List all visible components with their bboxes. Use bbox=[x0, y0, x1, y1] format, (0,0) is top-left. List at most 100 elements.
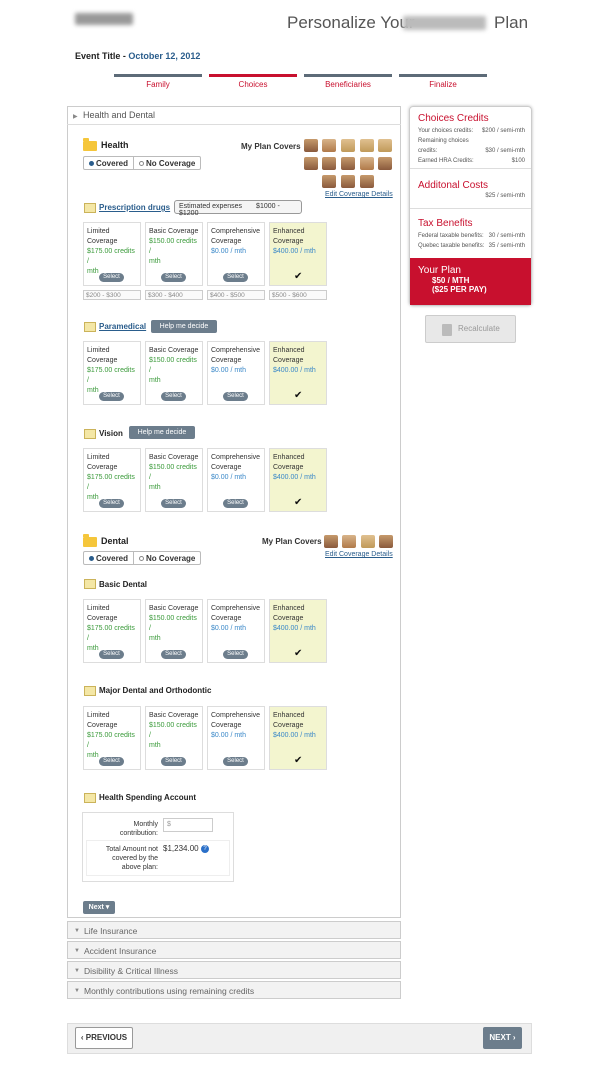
total-value: $1,234.00 bbox=[163, 844, 199, 853]
expand-icon: ▶ bbox=[73, 114, 78, 120]
vision-help-button[interactable]: Help me decide bbox=[129, 426, 195, 439]
card-text: Coverage bbox=[211, 722, 242, 729]
previous-button[interactable]: ‹ PREVIOUS bbox=[75, 1027, 133, 1049]
card-text: Limited bbox=[87, 228, 110, 235]
card-text: Enhanced bbox=[273, 347, 305, 354]
prescription-plan-card[interactable]: Limited Coverage $175.00 credits / mth Selec… bbox=[83, 222, 141, 286]
card-text: $400.00 / mth bbox=[273, 625, 316, 632]
card-text: Coverage bbox=[211, 615, 242, 622]
card-text: Coverage bbox=[273, 357, 304, 364]
step-beneficiaries[interactable]: Beneficiaries bbox=[304, 80, 392, 89]
major-dental-plan-card[interactable]: Enhanced Coverage $400.00 / mth ✔ bbox=[269, 706, 327, 770]
card-text: $175.00 credits / bbox=[87, 474, 135, 491]
card-text: Comprehensive bbox=[211, 454, 261, 461]
card-text: $0.00 / mth bbox=[211, 367, 247, 374]
paramedical-plan-card[interactable]: Enhanced Coverage $400.00 / mth ✔ bbox=[269, 341, 327, 405]
step-choices[interactable]: Choices bbox=[209, 80, 297, 89]
choices-credits-title: Choices Credits bbox=[418, 113, 489, 124]
paramedical-help-button[interactable]: Help me decide bbox=[151, 320, 217, 333]
step-finalize[interactable]: Finalize bbox=[399, 80, 487, 89]
select-button[interactable]: Select bbox=[99, 273, 124, 282]
accordion-monthly-contributions[interactable]: ▼ Monthly contributions using remaining c… bbox=[67, 981, 401, 999]
paramedical-plan-card[interactable]: Comprehensive Coverage $0.00 / mth Select bbox=[207, 341, 265, 405]
recalculate-button[interactable]: Recalculate bbox=[425, 315, 516, 343]
major-dental-plan-card[interactable]: Basic Coverage $150.00 credits / mth Select bbox=[145, 706, 203, 770]
accordion-accident-insurance[interactable]: ▼ Accident Insurance bbox=[67, 941, 401, 959]
accordion-disability[interactable]: ▼ Disibility & Critical Illness bbox=[67, 961, 401, 979]
select-button[interactable]: Select bbox=[161, 273, 186, 282]
checkmark-icon: ✔ bbox=[294, 648, 303, 659]
select-button[interactable]: Select bbox=[223, 650, 248, 659]
member-avatar bbox=[379, 535, 393, 548]
panel-header[interactable]: ▶ Health and Dental bbox=[67, 106, 401, 125]
select-button[interactable]: Select bbox=[161, 757, 186, 766]
step-family[interactable]: Family bbox=[114, 80, 202, 89]
prescription-plan-card[interactable]: Basic Coverage $150.00 credits / mth Select bbox=[145, 222, 203, 286]
select-button[interactable]: Select bbox=[99, 392, 124, 401]
select-button[interactable]: Select bbox=[223, 499, 248, 508]
card-text: Coverage bbox=[87, 464, 118, 471]
card-text: Enhanced bbox=[273, 228, 305, 235]
card-text: $175.00 credits / bbox=[87, 367, 135, 384]
monthly-contribution-label: Monthly contribution: bbox=[119, 821, 158, 837]
select-button[interactable]: Select bbox=[223, 392, 248, 401]
basic-dental-plan-card[interactable]: Basic Coverage $150.00 credits / mth Select bbox=[145, 599, 203, 663]
step-bar-finalize bbox=[399, 74, 487, 77]
my-plan-covers-label: My Plan Covers bbox=[241, 142, 301, 151]
select-button[interactable]: Select bbox=[99, 757, 124, 766]
next-small-button[interactable]: Next ▾ bbox=[83, 901, 115, 914]
vision-plan-card[interactable]: Basic Coverage $150.00 credits / mth Select bbox=[145, 448, 203, 512]
card-text: Basic Coverage bbox=[149, 605, 199, 612]
dental-edit-coverage-link[interactable]: Edit Coverage Details bbox=[325, 551, 393, 558]
paramedical-plan-card[interactable]: Basic Coverage $150.00 credits / mth Select bbox=[145, 341, 203, 405]
basic-dental-plan-card[interactable]: Limited Coverage $175.00 credits / mth Selec… bbox=[83, 599, 141, 663]
edit-coverage-link[interactable]: Edit Coverage Details bbox=[325, 191, 393, 198]
vision-plan-card[interactable]: Comprehensive Coverage $0.00 / mth Select bbox=[207, 448, 265, 512]
major-dental-plan-card[interactable]: Limited Coverage $175.00 credits / mth Selec… bbox=[83, 706, 141, 770]
edit-icon bbox=[84, 686, 96, 696]
event-title: Event Title - October 12, 2012 bbox=[75, 51, 201, 61]
select-button[interactable]: Select bbox=[161, 650, 186, 659]
card-text: Basic Coverage bbox=[149, 454, 199, 461]
health-covered-radio[interactable]: Covered bbox=[84, 157, 135, 169]
edit-icon bbox=[84, 322, 96, 332]
dental-no-coverage-radio[interactable]: No Coverage bbox=[134, 552, 200, 564]
select-button[interactable]: Select bbox=[223, 273, 248, 282]
card-text: Basic Coverage bbox=[149, 712, 199, 719]
next-button[interactable]: NEXT › bbox=[483, 1027, 522, 1049]
card-text: $0.00 / mth bbox=[211, 625, 247, 632]
cost-range: $300 - $400 bbox=[145, 290, 203, 300]
checkmark-icon: ✔ bbox=[294, 390, 303, 401]
card-text: Enhanced bbox=[273, 605, 305, 612]
paramedical-plan-card[interactable]: Limited Coverage $175.00 credits / mth Selec… bbox=[83, 341, 141, 405]
info-icon[interactable]: ? bbox=[201, 845, 209, 853]
paramedical-title[interactable]: Paramedical bbox=[99, 322, 146, 331]
basic-dental-plan-card[interactable]: Enhanced Coverage $400.00 / mth ✔ bbox=[269, 599, 327, 663]
accordion-life-insurance[interactable]: ▼ Life Insurance bbox=[67, 921, 401, 939]
select-button[interactable]: Select bbox=[161, 392, 186, 401]
vision-plan-card[interactable]: Enhanced Coverage $400.00 / mth ✔ bbox=[269, 448, 327, 512]
health-no-coverage-radio[interactable]: No Coverage bbox=[134, 157, 200, 169]
select-button[interactable]: Select bbox=[99, 650, 124, 659]
expand-icon: ▼ bbox=[74, 948, 80, 954]
card-text: $0.00 / mth bbox=[211, 474, 247, 481]
basic-dental-title: Basic Dental bbox=[99, 580, 148, 589]
major-dental-plan-card[interactable]: Comprehensive Coverage $0.00 / mth Select bbox=[207, 706, 265, 770]
prescription-plan-card[interactable]: Comprehensive Coverage $0.00 / mth Select bbox=[207, 222, 265, 286]
select-button[interactable]: Select bbox=[161, 499, 186, 508]
card-text: Enhanced bbox=[273, 712, 305, 719]
card-text: $150.00 credits / bbox=[149, 722, 197, 739]
prescription-plan-card[interactable]: Enhanced Coverage $400.00 / mth ✔ bbox=[269, 222, 327, 286]
member-avatar bbox=[341, 157, 355, 170]
select-button[interactable]: Select bbox=[99, 499, 124, 508]
vision-plan-card[interactable]: Limited Coverage $175.00 credits / mth Selec… bbox=[83, 448, 141, 512]
credits-rows: Your choices credits: $200 / semi-mth Rem… bbox=[418, 128, 525, 164]
card-text: $0.00 / mth bbox=[211, 732, 247, 739]
dental-covered-radio[interactable]: Covered bbox=[84, 552, 135, 564]
prescription-title[interactable]: Prescription drugs bbox=[99, 203, 170, 212]
monthly-contribution-input[interactable]: $ bbox=[163, 818, 213, 832]
card-text: $175.00 credits / bbox=[87, 732, 135, 749]
select-button[interactable]: Select bbox=[223, 757, 248, 766]
footer-bar bbox=[67, 1023, 532, 1054]
basic-dental-plan-card[interactable]: Comprehensive Coverage $0.00 / mth Select bbox=[207, 599, 265, 663]
